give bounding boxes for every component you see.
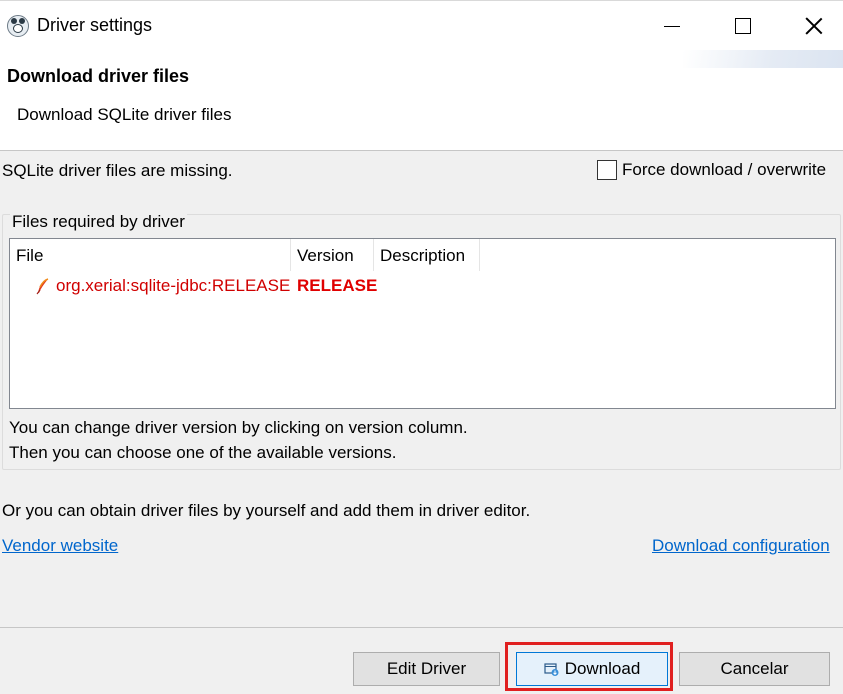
column-header-version[interactable]: Version xyxy=(291,239,374,271)
obtain-files-text: Or you can obtain driver files by yourse… xyxy=(2,501,531,520)
download-button[interactable]: Download xyxy=(516,652,668,686)
download-icon xyxy=(544,662,560,676)
force-download-checkbox[interactable]: Force download / overwrite xyxy=(597,160,826,180)
close-icon xyxy=(805,17,823,35)
maximize-icon xyxy=(735,18,751,34)
window-title: Driver settings xyxy=(37,15,153,35)
close-button[interactable] xyxy=(779,1,843,51)
title-bar: Driver settings xyxy=(0,0,843,50)
maximize-button[interactable] xyxy=(708,1,778,51)
column-header-file[interactable]: File xyxy=(10,239,291,271)
wizard-header: Download driver files Download SQLite dr… xyxy=(0,50,843,151)
version-cell[interactable]: RELEASE xyxy=(297,276,377,296)
cancel-button[interactable]: Cancelar xyxy=(679,652,830,686)
page-subtitle: Download SQLite driver files xyxy=(17,105,232,124)
hint-text-line2: Then you can choose one of the available… xyxy=(9,443,397,462)
download-button-label: Download xyxy=(564,659,641,678)
missing-files-message: SQLite driver files are missing. xyxy=(2,161,233,180)
header-banner xyxy=(683,50,843,68)
driver-files-table[interactable]: File Version Description org.xerial:sqli… xyxy=(9,238,836,409)
table-row-file[interactable]: org.xerial:sqlite-jdbc:RELEASE xyxy=(36,276,290,296)
edit-driver-button[interactable]: Edit Driver xyxy=(353,652,500,686)
feather-icon xyxy=(36,277,50,295)
minimize-button[interactable] xyxy=(637,1,707,51)
button-bar-separator xyxy=(0,627,843,628)
vendor-website-link[interactable]: Vendor website xyxy=(2,536,118,556)
hint-text-line1: You can change driver version by clickin… xyxy=(9,418,468,437)
file-name-cell: org.xerial:sqlite-jdbc:RELEASE xyxy=(56,276,291,295)
column-header-description[interactable]: Description xyxy=(374,239,480,271)
dbeaver-beaver-icon xyxy=(7,15,29,37)
minimize-icon xyxy=(664,25,680,27)
checkbox-box[interactable] xyxy=(597,160,617,180)
files-group-label: Files required by driver xyxy=(10,212,187,232)
page-title: Download driver files xyxy=(7,66,190,86)
download-configuration-link[interactable]: Download configuration xyxy=(652,536,830,556)
force-download-label: Force download / overwrite xyxy=(622,160,827,179)
